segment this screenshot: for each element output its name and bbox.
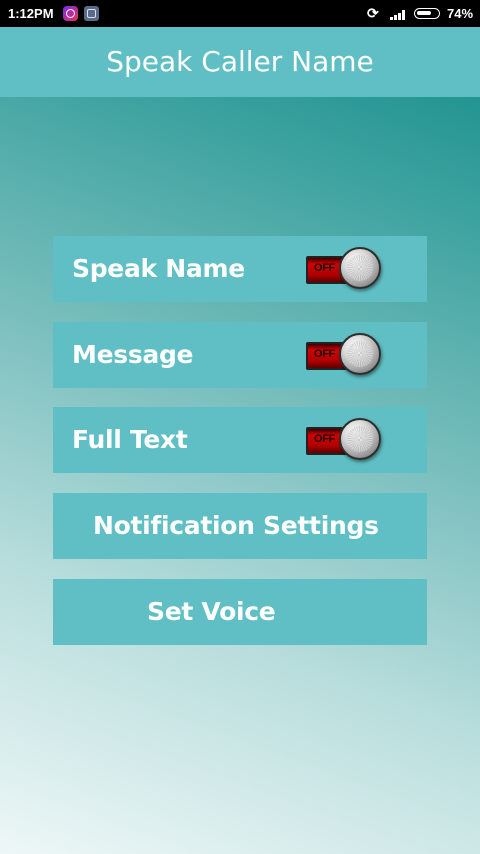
status-time: 1:12PM	[8, 6, 54, 21]
setting-label-speak-name: Speak Name	[72, 254, 245, 283]
set-voice-button[interactable]: Set Voice	[53, 579, 427, 645]
app-header: Speak Caller Name	[0, 27, 480, 97]
setting-row-full-text[interactable]: Full Text OFF	[53, 407, 427, 473]
setting-row-speak-name[interactable]: Speak Name OFF	[53, 236, 427, 302]
full-text-toggle[interactable]: OFF	[306, 418, 392, 462]
battery-level	[417, 11, 431, 15]
notification-settings-label: Notification Settings	[93, 511, 379, 540]
setting-label-message: Message	[72, 340, 194, 369]
signal-icon	[390, 8, 408, 20]
toggle-knob[interactable]	[339, 247, 381, 289]
setting-label-full-text: Full Text	[72, 425, 188, 454]
toggle-state-label: OFF	[314, 348, 336, 360]
set-voice-label: Set Voice	[147, 597, 276, 626]
toggle-state-label: OFF	[314, 433, 336, 445]
status-bar: 1:12PM ⟳ 74%	[0, 0, 480, 27]
notification-settings-button[interactable]: Notification Settings	[53, 493, 427, 559]
page-title: Speak Caller Name	[106, 45, 374, 78]
app-notification-icon	[63, 6, 78, 21]
toggle-knob[interactable]	[339, 333, 381, 375]
speak-name-toggle[interactable]: OFF	[306, 247, 392, 291]
sync-off-icon: ⟳	[367, 5, 379, 21]
battery-icon	[414, 8, 440, 19]
toggle-state-label: OFF	[314, 262, 336, 274]
battery-percent: 74%	[447, 6, 474, 21]
app-screen: 1:12PM ⟳ 74% Speak Caller Name Speak Nam…	[0, 0, 480, 854]
message-toggle[interactable]: OFF	[306, 333, 392, 377]
setting-row-message[interactable]: Message OFF	[53, 322, 427, 388]
toggle-knob[interactable]	[339, 418, 381, 460]
app-notification-icon-2	[84, 6, 99, 21]
